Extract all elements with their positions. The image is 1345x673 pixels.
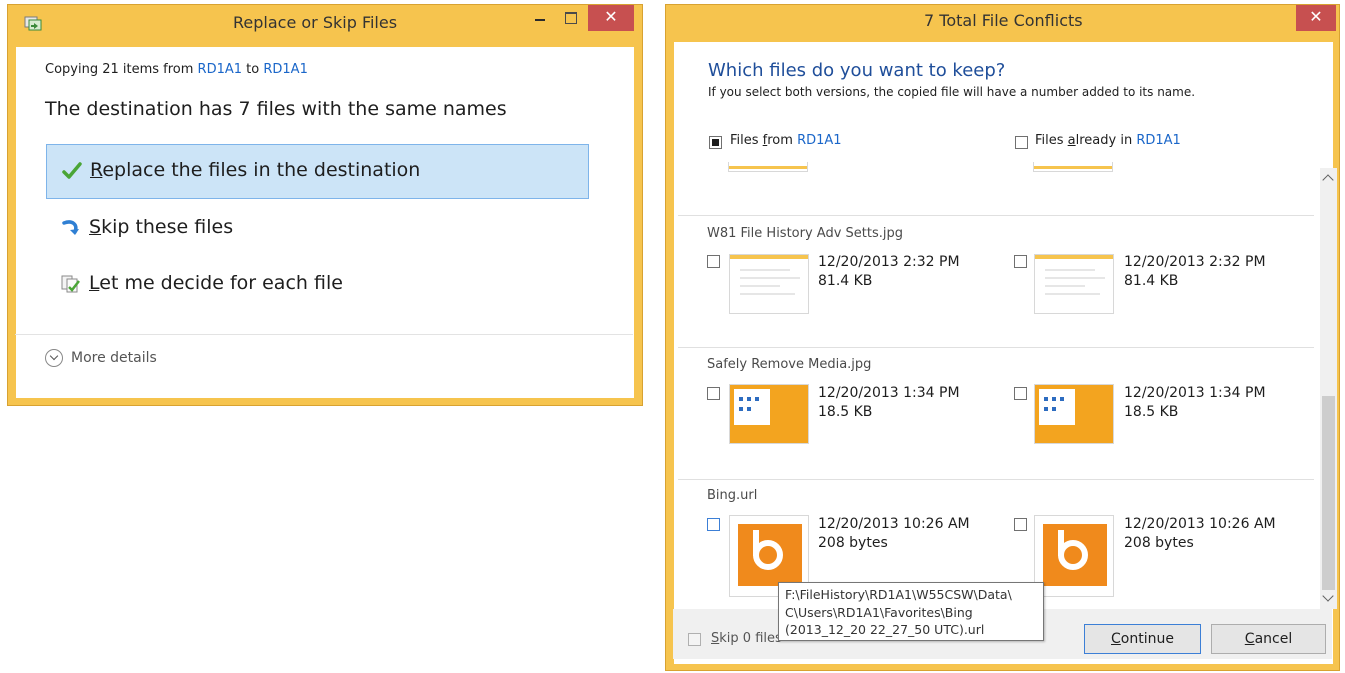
keep-question: Which files do you want to keep? xyxy=(708,60,1006,81)
copying-to-text: to xyxy=(242,62,264,77)
close-button[interactable]: ✕ xyxy=(1296,5,1336,31)
decide-option-label: Let me decide for each file xyxy=(89,272,343,294)
decide-each-file-option[interactable]: Let me decide for each file xyxy=(46,258,589,313)
tooltip-line: (2013_12_20 22_27_50 UTC).url xyxy=(785,622,985,637)
file-date: 12/20/2013 1:34 PM xyxy=(818,385,960,401)
files-from-location[interactable]: RD1A1 xyxy=(797,133,841,148)
vertical-scrollbar[interactable] xyxy=(1320,168,1337,609)
keep-explanation: If you select both versions, the copied … xyxy=(708,85,1196,99)
skip-arrow-icon xyxy=(62,220,79,235)
file-name: Bing.url xyxy=(707,488,758,503)
destination-link[interactable]: RD1A1 xyxy=(263,62,307,77)
skip-files-option[interactable]: Skip these files xyxy=(46,202,589,257)
continue-button[interactable]: Continue xyxy=(1084,624,1201,654)
file-size: 81.4 KB xyxy=(1124,273,1179,289)
dialog1-titlebar[interactable]: Replace or Skip Files ✕ xyxy=(8,5,642,41)
thumbnail xyxy=(1033,162,1113,172)
thumbnail[interactable] xyxy=(1034,515,1114,597)
thumbnail[interactable] xyxy=(729,384,809,444)
left-file-info: 12/20/2013 2:32 PM 81.4 KB xyxy=(818,253,960,291)
list-divider xyxy=(678,347,1314,348)
tooltip-line: C\Users\RD1A1\Favorites\Bing xyxy=(785,604,973,620)
skip-files-checkbox[interactable] xyxy=(688,633,701,646)
file-date: 12/20/2013 2:32 PM xyxy=(1124,254,1266,270)
close-button[interactable]: ✕ xyxy=(588,5,634,31)
dialog1-divider xyxy=(15,334,633,335)
file-path-tooltip: F:\FileHistory\RD1A1\W55CSW\Data\ C\User… xyxy=(778,582,1044,641)
left-version-checkbox[interactable] xyxy=(707,387,720,400)
conflict-message: The destination has 7 files with the sam… xyxy=(45,98,507,120)
dialog1-title: Replace or Skip Files xyxy=(233,13,398,32)
chevron-down-icon xyxy=(45,349,63,367)
list-divider xyxy=(678,479,1314,480)
minimize-button[interactable] xyxy=(526,5,554,31)
file-date: 12/20/2013 10:26 AM xyxy=(1124,516,1276,532)
file-name: Safely Remove Media.jpg xyxy=(707,357,872,372)
left-file-info: 12/20/2013 1:34 PM 18.5 KB xyxy=(818,384,960,422)
list-divider xyxy=(678,215,1314,216)
copying-text: Copying 21 items from xyxy=(45,62,198,77)
more-details-toggle[interactable]: More details xyxy=(45,349,157,367)
file-date: 12/20/2013 2:32 PM xyxy=(818,254,960,270)
file-size: 18.5 KB xyxy=(1124,404,1179,420)
maximize-button[interactable] xyxy=(556,5,584,31)
bing-logo-icon xyxy=(738,524,802,586)
file-size: 81.4 KB xyxy=(818,273,873,289)
files-from-checkbox[interactable] xyxy=(709,136,722,149)
files-already-checkbox[interactable] xyxy=(1015,136,1028,149)
file-size: 208 bytes xyxy=(1124,535,1194,551)
tooltip-line: F:\FileHistory\RD1A1\W55CSW\Data\ xyxy=(785,587,1012,602)
right-file-info: 12/20/2013 10:26 AM 208 bytes xyxy=(1124,515,1276,553)
right-version-checkbox[interactable] xyxy=(1014,387,1027,400)
right-version-checkbox[interactable] xyxy=(1014,518,1027,531)
file-date: 12/20/2013 10:26 AM xyxy=(818,516,970,532)
left-file-info: 12/20/2013 10:26 AM 208 bytes xyxy=(818,515,970,553)
file-size: 18.5 KB xyxy=(818,404,873,420)
source-link[interactable]: RD1A1 xyxy=(198,62,242,77)
thumbnail[interactable] xyxy=(1034,254,1114,314)
dialog2-title: 7 Total File Conflicts xyxy=(924,11,1083,30)
scrollbar-thumb[interactable] xyxy=(1322,396,1335,590)
decide-files-icon xyxy=(61,275,80,293)
left-version-checkbox[interactable] xyxy=(707,255,720,268)
file-size: 208 bytes xyxy=(818,535,888,551)
checkmark-icon xyxy=(62,162,82,179)
thumbnail[interactable] xyxy=(729,254,809,314)
cancel-button[interactable]: Cancel xyxy=(1211,624,1326,654)
dialog2-titlebar[interactable]: 7 Total File Conflicts ✕ xyxy=(666,5,1339,41)
thumbnail xyxy=(728,162,808,172)
file-date: 12/20/2013 1:34 PM xyxy=(1124,385,1266,401)
more-details-label: More details xyxy=(71,350,157,366)
files-already-location[interactable]: RD1A1 xyxy=(1136,133,1180,148)
replace-files-option[interactable]: Replace the files in the destination xyxy=(46,144,589,199)
file-name: W81 File History Adv Setts.jpg xyxy=(707,226,904,241)
bing-logo-icon xyxy=(1043,524,1107,586)
right-file-info: 12/20/2013 1:34 PM 18.5 KB xyxy=(1124,384,1266,422)
file-copy-icon xyxy=(24,16,42,31)
replace-option-label: Replace the files in the destination xyxy=(90,159,421,181)
skip-files-label: Skip 0 files xyxy=(711,631,782,646)
copying-status: Copying 21 items from RD1A1 to RD1A1 xyxy=(45,62,308,77)
files-already-header: Files already in RD1A1 xyxy=(1035,133,1181,148)
thumbnail[interactable] xyxy=(1034,384,1114,444)
left-version-checkbox[interactable] xyxy=(707,518,720,531)
right-file-info: 12/20/2013 2:32 PM 81.4 KB xyxy=(1124,253,1266,291)
right-version-checkbox[interactable] xyxy=(1014,255,1027,268)
skip-option-label: Skip these files xyxy=(89,216,234,238)
scroll-up-icon[interactable] xyxy=(1322,174,1334,186)
files-from-header: Files from RD1A1 xyxy=(730,133,842,148)
scroll-down-icon[interactable] xyxy=(1322,590,1334,602)
